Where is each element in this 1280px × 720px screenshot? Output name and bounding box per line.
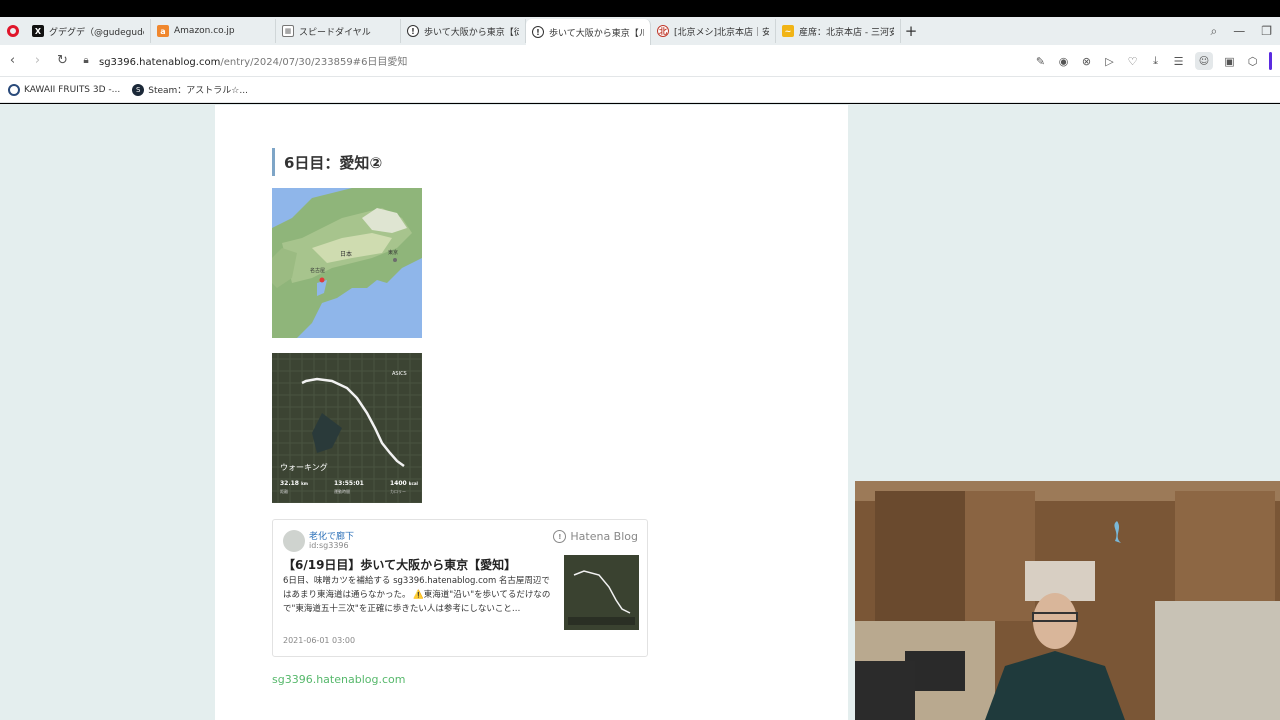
thumbnail-graphic (564, 555, 639, 630)
tab-5[interactable]: 北 [北京メシ]北京本店｜安城 (651, 19, 776, 43)
distance-value: 32.18 (280, 480, 299, 487)
bookmark-kawaii[interactable]: KAWAII FRUITS 3D -... (8, 83, 121, 96)
page-background: 6日目：愛知② 日本 名古屋 東京 ASICS ウォーキング 32.18 km … (0, 104, 1280, 720)
lock-icon[interactable]: 🔒︎ (75, 55, 97, 66)
screen-top-strip (0, 0, 1280, 17)
address-bar-row: ‹ › ↻ 🔒︎ sg3396.hatenablog.com/entry/202… (0, 45, 1280, 77)
amazon-icon: a (157, 25, 169, 37)
sidebar-accent (1269, 52, 1272, 70)
svg-text:32.18 km: 32.18 km (280, 480, 308, 487)
tab-4-active[interactable]: ! 歩いて大阪から東京【ルート (526, 19, 651, 45)
x-icon: X (32, 25, 44, 37)
card-date: 2021-06-01 03:00 (283, 636, 356, 645)
bookmark-steam[interactable]: S Steam：アストラル☆... (132, 83, 248, 96)
back-button[interactable]: ‹ (0, 53, 25, 68)
map-image[interactable]: 日本 名古屋 東京 (272, 188, 422, 338)
reload-icon[interactable]: ↻ (50, 53, 75, 68)
tab-6[interactable]: ~ 産席：北京本店 - 三河安城 (776, 19, 901, 43)
tab-label: グデグデ（@gudegude147 (49, 27, 144, 38)
tab-1[interactable]: a Amazon.co.jp (151, 19, 276, 43)
cube-icon[interactable]: ⬡ (1246, 55, 1259, 68)
tab-label: 歩いて大阪から東京【ルート (549, 28, 644, 39)
section-heading: 6日目：愛知② (272, 148, 382, 176)
site-icon: 北 (657, 25, 669, 37)
walking-route-image[interactable]: ASICS ウォーキング 32.18 km 距離 13:55:01 運動時間 1… (272, 353, 422, 503)
bookmark-label: Steam：アストラル☆... (148, 86, 248, 96)
hatena-icon: ! (532, 26, 544, 38)
webcam-feed (855, 481, 1280, 720)
author-id: id:sg3396 (309, 541, 349, 550)
shield-icon[interactable]: ⊗ (1080, 55, 1093, 68)
service-label: Hatena Blog (570, 530, 638, 543)
play-icon[interactable]: ▷ (1103, 55, 1116, 68)
tab-3[interactable]: ! 歩いて大阪から東京【徒歩ナ (401, 19, 526, 43)
forward-button[interactable]: › (25, 53, 50, 68)
camera-icon[interactable]: ◉ (1057, 55, 1070, 68)
opera-logo-icon[interactable] (0, 17, 26, 45)
article-body: 6日目：愛知② 日本 名古屋 東京 ASICS ウォーキング 32.18 km … (215, 105, 848, 720)
map-label-japan: 日本 (340, 250, 352, 258)
extension-icon[interactable]: ▣ (1223, 55, 1236, 68)
svg-text:1400 kcal: 1400 kcal (390, 480, 419, 487)
tab-label: [北京メシ]北京本店｜安城 (674, 27, 769, 38)
calories-unit: kcal (409, 481, 419, 486)
source-link[interactable]: sg3396.hatenablog.com (272, 673, 405, 686)
speed-dial-icon: ▦ (282, 25, 294, 37)
hatena-icon: ! (407, 25, 419, 37)
search-tabs-icon[interactable]: ⌕ (1211, 24, 1218, 39)
url-path: /entry/2024/07/30/233859#6日目愛知 (220, 57, 408, 68)
calories-label: カロリー (390, 489, 406, 494)
asics-brand: ASICS (392, 371, 407, 377)
tab-label: スピードダイヤル (299, 27, 371, 38)
hatena-icon: ! (553, 530, 567, 543)
bookmark-icon (8, 83, 20, 96)
hatena-blog-badge[interactable]: ! Hatena Blog (553, 530, 638, 543)
menu-icon[interactable]: ☰ (1172, 55, 1185, 68)
tab-label: 歩いて大阪から東京【徒歩ナ (424, 27, 519, 38)
card-description: 6日目、味噌カツを補給する sg3396.hatenablog.com 名古屋周… (283, 576, 551, 614)
card-thumbnail[interactable] (564, 555, 639, 630)
time-label: 運動時間 (334, 488, 350, 494)
restore-icon[interactable]: ❐ (1261, 24, 1272, 38)
tab-label: 産席：北京本店 - 三河安城 (799, 27, 894, 38)
map-label-tokyo: 東京 (388, 249, 398, 256)
bookmarks-bar: KAWAII FRUITS 3D -... S Steam：アストラル☆... (0, 77, 1280, 103)
heart-icon[interactable]: ♡ (1126, 55, 1139, 68)
bookmark-label: KAWAII FRUITS 3D -... (24, 84, 121, 95)
webcam-overlay (855, 481, 1280, 720)
tab-2[interactable]: ▦ スピードダイヤル (276, 19, 401, 43)
map-graphic: 日本 名古屋 東京 (272, 188, 422, 338)
blog-embed-card[interactable]: 老化で廊下 id:sg3396 ! Hatena Blog 【6/19日目】歩い… (272, 519, 648, 657)
toolbar-icons: ✎ ◉ ⊗ ▷ ♡ ⤓ ☰ ☺ ▣ ⬡ (1034, 45, 1272, 77)
activity-label: ウォーキング (280, 462, 328, 472)
author-avatar (283, 530, 305, 552)
profile-icon[interactable]: ☺ (1195, 52, 1213, 70)
route-graphic: ASICS ウォーキング 32.18 km 距離 13:55:01 運動時間 1… (272, 353, 422, 503)
edit-icon[interactable]: ✎ (1034, 55, 1047, 68)
tab-strip: X グデグデ（@gudegude147 a Amazon.co.jp ▦ スピー… (0, 17, 1280, 45)
time-value: 13:55:01 (334, 480, 364, 487)
minimize-icon[interactable]: — (1233, 24, 1245, 38)
calories-value: 1400 (390, 480, 407, 487)
tab-label: Amazon.co.jp (174, 26, 235, 36)
url-field[interactable]: sg3396.hatenablog.com/entry/2024/07/30/2… (99, 53, 407, 68)
url-host: sg3396.hatenablog.com (99, 57, 221, 68)
site-icon: ~ (782, 25, 794, 37)
new-tab-button[interactable]: + (901, 21, 921, 41)
steam-icon: S (132, 83, 145, 96)
tab-0[interactable]: X グデグデ（@gudegude147 (26, 19, 151, 43)
window-controls: ⌕ — ❐ (1211, 17, 1273, 45)
card-title[interactable]: 【6/19日目】歩いて大阪から東京【愛知】 (283, 556, 553, 573)
distance-label: 距離 (280, 488, 288, 494)
distance-unit: km (301, 481, 308, 486)
download-icon[interactable]: ⤓ (1149, 54, 1162, 68)
map-label-nagoya: 名古屋 (310, 267, 325, 274)
